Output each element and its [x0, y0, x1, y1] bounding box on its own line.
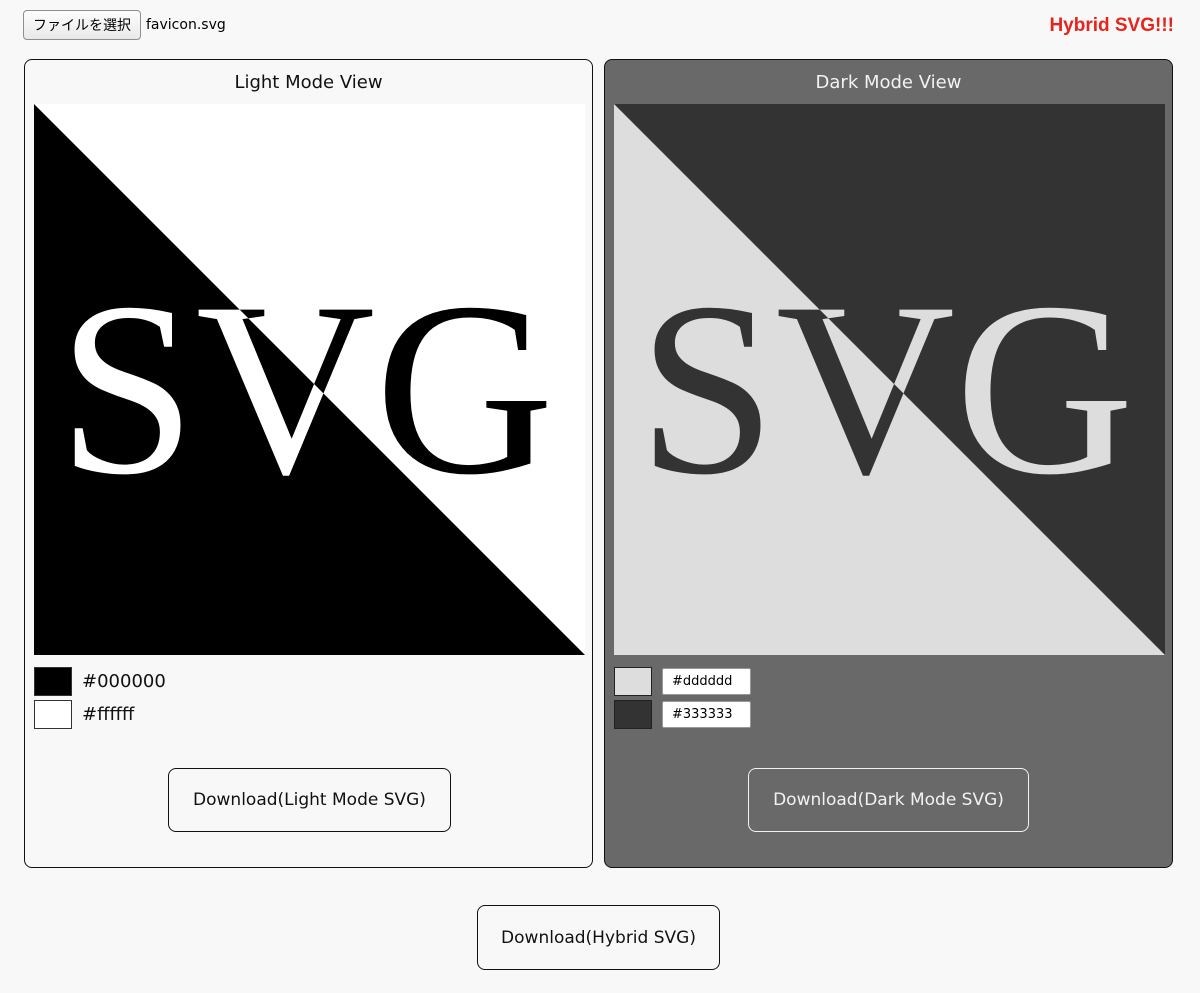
app-title: Hybrid SVG!!! [1049, 15, 1174, 36]
dark-color-input-2[interactable] [662, 701, 751, 728]
dark-color-swatch-1[interactable] [614, 667, 652, 696]
dark-color-input-1[interactable] [662, 668, 751, 695]
file-picker: ファイルを選択 favicon.svg [23, 10, 226, 40]
light-color-row-1: #000000 [34, 667, 166, 696]
light-mode-panel: Light Mode View SVG SVG #000000 [24, 59, 593, 868]
dark-mode-preview: SVG SVG [614, 104, 1165, 655]
dark-panel-title: Dark Mode View [815, 72, 962, 93]
light-color-row-2: #ffffff [34, 700, 134, 729]
dark-preview-svg: SVG SVG [614, 104, 1165, 655]
dark-color-swatch-2[interactable] [614, 700, 652, 729]
dark-color-row-2 [614, 700, 751, 729]
download-hybrid-svg-button[interactable]: Download(Hybrid SVG) [477, 905, 720, 970]
light-color-swatch-2[interactable] [34, 700, 72, 729]
light-panel-title: Light Mode View [234, 72, 383, 93]
light-mode-preview: SVG SVG [34, 104, 585, 655]
download-dark-svg-button[interactable]: Download(Dark Mode SVG) [748, 768, 1029, 832]
download-light-svg-button[interactable]: Download(Light Mode SVG) [168, 768, 451, 832]
page: ファイルを選択 favicon.svg Hybrid SVG!!! Light … [0, 0, 1200, 993]
light-preview-svg: SVG SVG [34, 104, 585, 655]
light-color-label-2: #ffffff [82, 704, 135, 725]
selected-file-name: favicon.svg [146, 17, 226, 33]
dark-mode-panel: Dark Mode View SVG SVG [604, 59, 1173, 868]
choose-file-button[interactable]: ファイルを選択 [23, 10, 141, 40]
dark-color-row-1 [614, 667, 751, 696]
light-color-label-1: #000000 [82, 671, 166, 692]
light-color-swatch-1[interactable] [34, 667, 72, 696]
